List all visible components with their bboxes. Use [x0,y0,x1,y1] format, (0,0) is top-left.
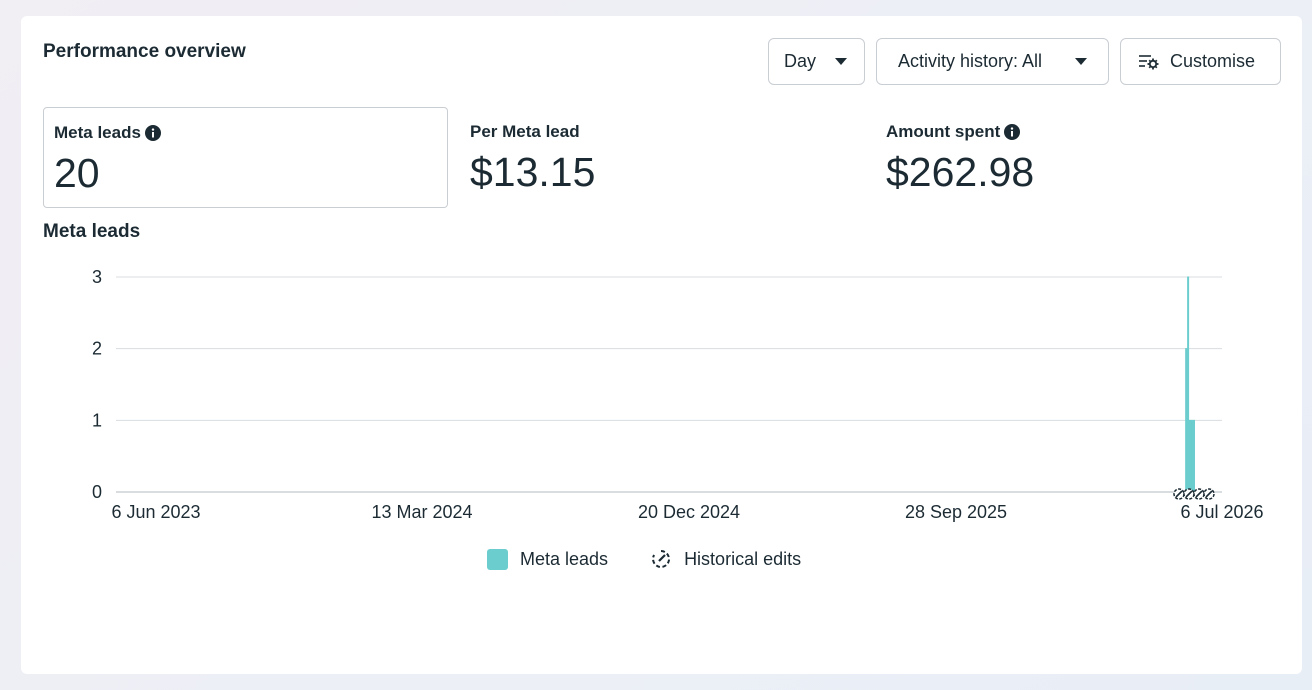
legend-swatch [487,548,508,570]
meta-leads-chart: 0 1 2 3 6 Jun 2023 13 Mar 2024 20 Dec 2024 28 S… [92,267,1264,522]
y-tick-label: 3 [92,267,102,287]
series-area-meta-leads [1184,276,1195,493]
legend-item-historical-edits[interactable]: Historical edits [650,548,801,570]
y-tick-label: 0 [92,482,102,502]
legend-item-meta-leads[interactable]: Meta leads [487,548,609,570]
chart-legend: Meta leads Historical edits [487,548,801,570]
historical-edits-icon [650,548,672,570]
legend-label: Meta leads [520,548,609,569]
x-tick-label: 6 Jun 2023 [111,502,200,522]
x-tick-label: 6 Jul 2026 [1180,502,1263,522]
y-tick-label: 2 [92,339,102,359]
legend-label: Historical edits [684,548,802,569]
x-tick-label: 20 Dec 2024 [638,502,740,522]
y-tick-label: 1 [92,410,102,430]
x-tick-label: 13 Mar 2024 [371,502,472,522]
performance-card: Performance overview Day Activity histor… [21,16,1302,674]
x-tick-label: 28 Sep 2025 [905,502,1007,522]
